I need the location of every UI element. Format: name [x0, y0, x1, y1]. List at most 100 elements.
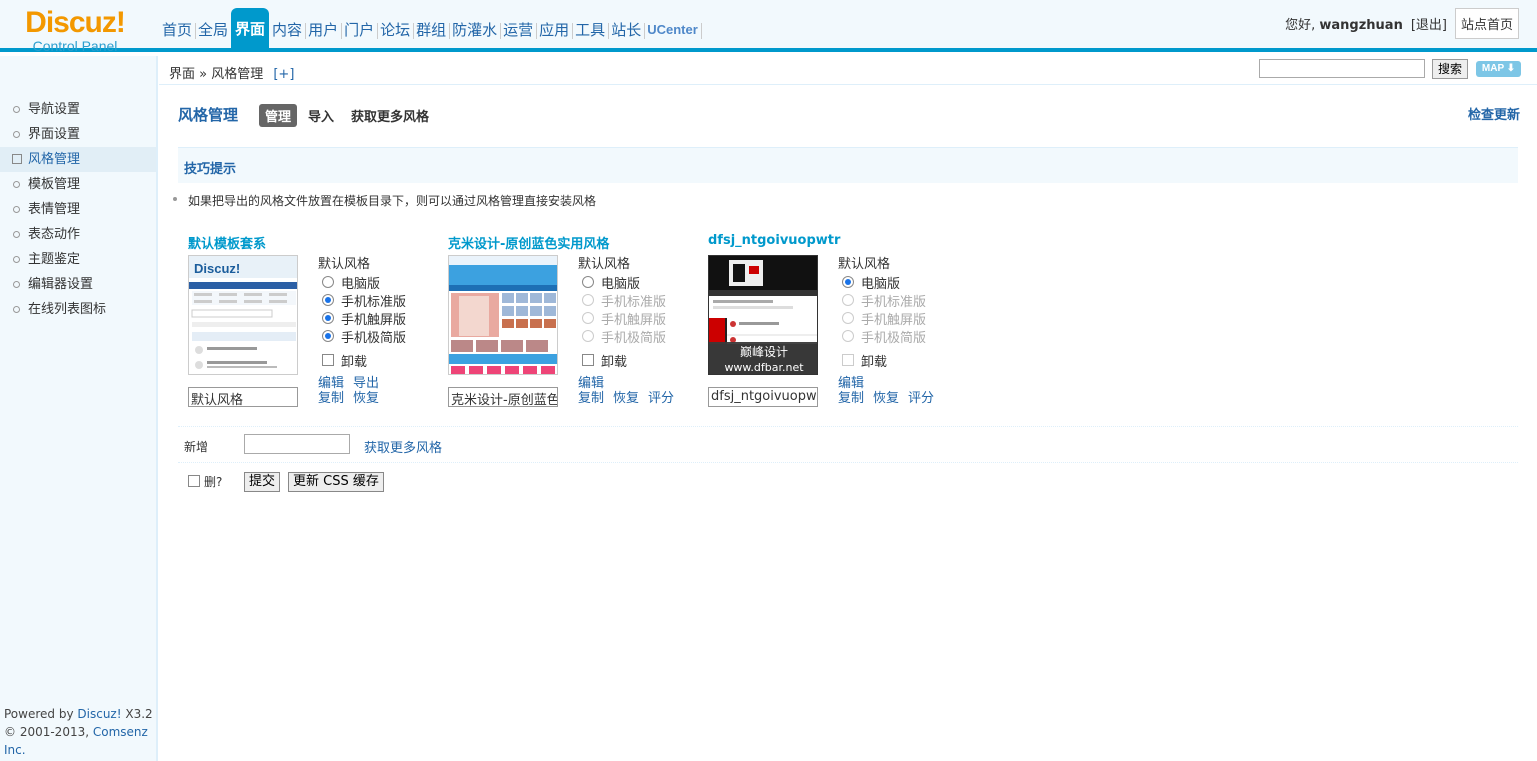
radio-mobile-standard — [842, 294, 854, 306]
radio-pc[interactable] — [842, 276, 854, 288]
option-pc[interactable]: 电脑版 — [578, 273, 666, 292]
nav-home[interactable]: 首页 — [159, 10, 197, 48]
option-pc[interactable]: 电脑版 — [318, 273, 406, 292]
nav-tools[interactable]: 工具 — [572, 10, 610, 48]
edit-link[interactable]: 编辑 — [578, 376, 604, 391]
style-name-input[interactable]: dfsj_ntgoivuopw — [708, 387, 818, 407]
option-mobile-standard-label: 手机标准版 — [341, 294, 407, 310]
sidebar-item-template-management[interactable]: 模板管理 — [0, 172, 156, 197]
radio-mobile-touch[interactable] — [322, 312, 334, 324]
nav-content[interactable]: 内容 — [269, 10, 307, 48]
copy-link[interactable]: 复制 — [578, 391, 604, 406]
restore-link[interactable]: 恢复 — [353, 391, 379, 406]
style-name: 默认模板套系 — [188, 237, 267, 252]
submit-button[interactable]: 提交 — [244, 472, 281, 492]
search-input[interactable] — [1259, 59, 1425, 78]
edit-link[interactable]: 编辑 — [838, 376, 864, 391]
style-thumbnail[interactable] — [448, 255, 558, 375]
nav-users[interactable]: 用户 — [305, 10, 343, 48]
logo[interactable]: Discuz! Control Panel — [0, 8, 150, 55]
style-thumbnail[interactable]: Discuz! — [188, 255, 298, 375]
style-name-input[interactable]: 默认风格 — [188, 387, 298, 407]
copy-link[interactable]: 复制 — [838, 391, 864, 406]
style-card-default: 默认模板套系 Discuz! 默认风格 电脑版 手机标准版 手机触屏版 手机极简… — [188, 233, 448, 413]
copy-link[interactable]: 复制 — [318, 391, 344, 406]
powered-by: Powered by Discuz! X3.2 — [4, 705, 156, 723]
divider — [178, 426, 1518, 427]
thumb-caption-2: www.dfbar.net — [724, 361, 804, 374]
copyright: © 2001-2013, Comsenz Inc. — [4, 723, 156, 759]
tab-more-styles[interactable]: 获取更多风格 — [345, 104, 435, 127]
sidebar-item-online-icons[interactable]: 在线列表图标 — [0, 297, 156, 322]
thumb-caption-1: 巅峰设计 — [740, 345, 788, 359]
sidebar-item-click-actions[interactable]: 表态动作 — [0, 222, 156, 247]
radio-mobile-touch — [842, 312, 854, 324]
check-update-link[interactable]: 检查更新 — [1468, 104, 1520, 123]
delete-checkbox[interactable] — [188, 475, 200, 487]
nav-groups[interactable]: 群组 — [413, 10, 451, 48]
get-more-styles-link[interactable]: 获取更多风格 — [364, 437, 442, 456]
radio-mobile-standard[interactable] — [322, 294, 334, 306]
uninstall-checkbox[interactable] — [582, 354, 594, 366]
option-pc[interactable]: 电脑版 — [838, 273, 926, 292]
option-mobile-touch: 手机触屏版 — [838, 309, 926, 328]
search-button[interactable]: 搜索 — [1432, 59, 1469, 79]
nav-global[interactable]: 全局 — [195, 10, 233, 48]
map-button[interactable]: MAP ⬇ — [1476, 61, 1521, 77]
nav-operations[interactable]: 运营 — [500, 10, 538, 48]
sidebar-item-editor-settings[interactable]: 编辑器设置 — [0, 272, 156, 297]
sidebar-item-style-management[interactable]: 风格管理 — [0, 147, 156, 172]
sidebar-item-smilies[interactable]: 表情管理 — [0, 197, 156, 222]
site-home-button[interactable]: 站点首页 — [1454, 8, 1519, 39]
restore-link[interactable]: 恢复 — [613, 391, 639, 406]
option-mobile-simple[interactable]: 手机极简版 — [318, 327, 406, 346]
edit-link[interactable]: 编辑 — [318, 376, 344, 391]
delete-label: 删? — [204, 475, 223, 489]
uninstall-option[interactable]: 卸载 — [318, 351, 406, 370]
copyright-prefix: © 2001-2013, — [4, 725, 90, 739]
nav-ucenter[interactable]: UCenter — [644, 10, 702, 48]
restore-link[interactable]: 恢复 — [873, 391, 899, 406]
radio-mobile-simple — [582, 330, 594, 342]
rate-link[interactable]: 评分 — [648, 391, 674, 406]
add-style-input[interactable] — [244, 434, 350, 454]
update-css-cache-button[interactable]: 更新 CSS 缓存 — [288, 472, 384, 492]
default-style-label: 默认风格 — [318, 257, 371, 272]
add-style-row: 新增 获取更多风格 — [184, 434, 584, 456]
nav-antispam[interactable]: 防灌水 — [449, 10, 502, 48]
nav-forum[interactable]: 论坛 — [377, 10, 415, 48]
sidebar-item-nav-settings[interactable]: 导航设置 — [0, 97, 156, 122]
option-mobile-standard[interactable]: 手机标准版 — [318, 291, 407, 310]
nav-apps[interactable]: 应用 — [536, 10, 574, 48]
option-mobile-touch[interactable]: 手机触屏版 — [318, 309, 406, 328]
thumbnail-image — [449, 256, 557, 374]
style-links: 编辑 复制 恢复 评分 — [578, 376, 683, 406]
radio-mobile-simple[interactable] — [322, 330, 334, 342]
footer: Powered by Discuz! X3.2 © 2001-2013, Com… — [4, 705, 156, 759]
uninstall-option[interactable]: 卸载 — [578, 351, 666, 370]
style-name-input[interactable]: 克米设计-原创蓝色实 — [448, 387, 558, 407]
uninstall-checkbox[interactable] — [322, 354, 334, 366]
add-shortcut-link[interactable]: [+] — [273, 67, 294, 82]
style-links: 编辑 导出 复制 恢复 — [318, 376, 388, 406]
option-mobile-standard: 手机标准版 — [578, 291, 666, 310]
main-nav: 首页 全局 界面 内容 用户 门户 论坛 群组 防灌水 运营 应用 工具 站长 … — [159, 0, 702, 48]
tab-manage[interactable]: 管理 — [259, 104, 298, 127]
sidebar-item-thread-stamps[interactable]: 主题鉴定 — [0, 247, 156, 272]
option-mobile-touch-label: 手机触屏版 — [601, 312, 667, 328]
discuz-link[interactable]: Discuz! — [77, 707, 121, 721]
breadcrumb-path: 界面 » 风格管理 — [169, 67, 264, 82]
version: X3.2 — [125, 707, 153, 721]
export-link[interactable]: 导出 — [353, 376, 379, 391]
nav-portal[interactable]: 门户 — [341, 10, 379, 48]
tab-import[interactable]: 导入 — [302, 104, 340, 127]
style-options: 默认风格 电脑版 手机标准版 手机触屏版 手机极简版 卸载 — [318, 256, 407, 370]
nav-interface[interactable]: 界面 — [231, 8, 270, 48]
radio-pc[interactable] — [322, 276, 334, 288]
nav-founder[interactable]: 站长 — [608, 10, 646, 48]
sidebar-item-interface-settings[interactable]: 界面设置 — [0, 122, 156, 147]
logout-link[interactable]: [退出] — [1411, 14, 1447, 33]
style-thumbnail[interactable]: 巅峰设计 www.dfbar.net — [708, 255, 818, 375]
rate-link[interactable]: 评分 — [908, 391, 934, 406]
radio-pc[interactable] — [582, 276, 594, 288]
